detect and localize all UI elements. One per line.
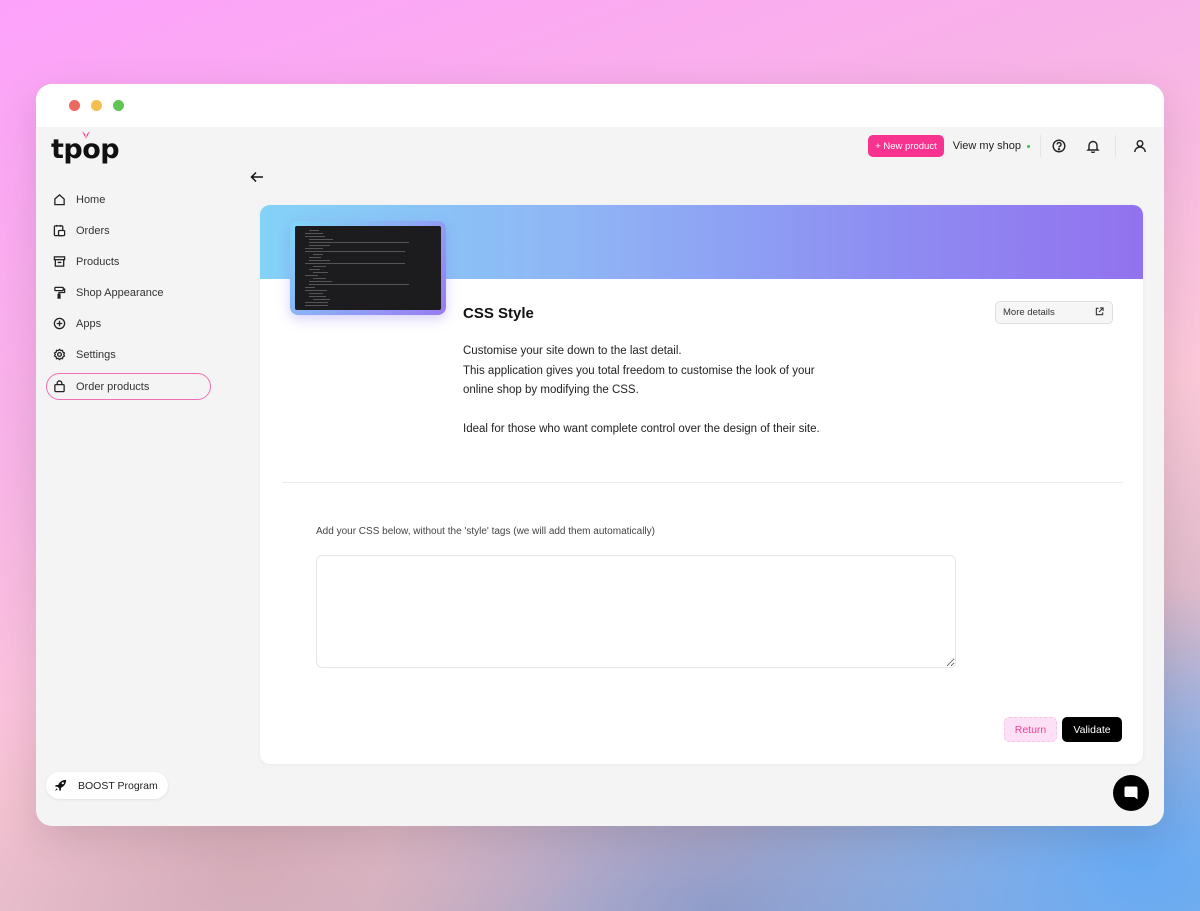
- code-line: [313, 299, 330, 300]
- chat-support-button[interactable]: [1113, 775, 1149, 811]
- sidebar-item-products[interactable]: Products: [46, 246, 212, 277]
- app-thumbnail: [290, 221, 446, 315]
- orders-icon: [52, 224, 66, 238]
- code-line: [305, 287, 315, 288]
- description-paragraph: Customise your site down to the last det…: [463, 345, 815, 396]
- app-window: tpop Home Orders Products Shop Appearanc…: [36, 84, 1164, 826]
- code-line: [305, 236, 325, 237]
- rocket-icon: [54, 779, 68, 793]
- code-line: [309, 260, 331, 261]
- code-line: [305, 263, 405, 264]
- css-input[interactable]: [316, 555, 956, 668]
- code-line: [305, 290, 327, 291]
- sidebar-item-label: Products: [76, 255, 120, 268]
- divider: [1115, 135, 1116, 157]
- paint-roller-icon: [52, 286, 66, 300]
- boost-program-button[interactable]: BOOST Program: [46, 772, 168, 799]
- back-arrow-icon[interactable]: [250, 170, 266, 186]
- chat-bubble-icon: [1124, 786, 1138, 800]
- code-line: [313, 278, 326, 279]
- code-line: [313, 266, 326, 267]
- view-my-shop-label: View my shop: [952, 140, 1021, 152]
- code-line: [309, 242, 409, 243]
- return-button[interactable]: Return: [1004, 717, 1057, 742]
- top-bar: + New product View my shop: [868, 135, 1148, 157]
- code-line: [305, 233, 324, 234]
- app-title: CSS Style: [463, 305, 534, 322]
- code-line: [309, 269, 321, 270]
- home-icon: [52, 193, 66, 207]
- sidebar-item-apps[interactable]: Apps: [46, 308, 212, 339]
- code-line: [309, 245, 331, 246]
- code-line: [309, 239, 333, 240]
- code-line: [305, 251, 405, 252]
- sidebar-item-label: Home: [76, 193, 106, 206]
- sidebar-item-shop-appearance[interactable]: Shop Appearance: [46, 277, 212, 308]
- minimize-window-button[interactable]: [91, 100, 102, 111]
- sidebar-item-label: Shop Appearance: [76, 286, 164, 299]
- css-input-label: Add your CSS below, without the 'style' …: [316, 526, 655, 537]
- code-editor-preview: [295, 226, 441, 310]
- app-description: Customise your site down to the last det…: [463, 342, 833, 459]
- code-line: [309, 281, 333, 282]
- code-line: [305, 275, 318, 276]
- code-line: [309, 296, 326, 297]
- sidebar-item-settings[interactable]: Settings: [46, 339, 212, 370]
- title-bar: [36, 84, 1164, 127]
- more-details-label: More details: [1003, 307, 1055, 318]
- code-line: [309, 230, 320, 231]
- close-window-button[interactable]: [69, 100, 80, 111]
- gear-icon: [52, 348, 66, 362]
- code-line: [309, 257, 321, 258]
- code-line: [305, 305, 329, 306]
- shop-online-status-dot: [1027, 144, 1030, 148]
- code-line: [305, 248, 323, 249]
- sidebar-item-orders[interactable]: Orders: [46, 215, 212, 246]
- code-line: [313, 272, 328, 273]
- archive-icon: [52, 255, 66, 269]
- code-line: [309, 293, 324, 294]
- maximize-window-button[interactable]: [113, 100, 124, 111]
- sidebar-item-order-products[interactable]: Order products: [46, 373, 211, 400]
- view-my-shop-link[interactable]: View my shop: [953, 140, 1030, 152]
- code-line: [313, 254, 324, 255]
- sidebar-item-label: Orders: [76, 224, 110, 237]
- new-product-button[interactable]: + New product: [868, 135, 944, 157]
- logo-leaf-icon: [82, 131, 90, 139]
- code-line: [309, 284, 409, 285]
- divider: [1040, 135, 1041, 157]
- sidebar-item-label: Apps: [76, 317, 102, 330]
- external-link-icon: [1095, 306, 1104, 319]
- sidebar-item-label: Order products: [76, 380, 150, 393]
- app-detail-card: CSS Style More details Customise your si…: [260, 205, 1143, 764]
- sidebar-item-home[interactable]: Home: [46, 184, 212, 215]
- bell-icon[interactable]: [1085, 138, 1101, 154]
- help-icon[interactable]: [1051, 138, 1067, 154]
- divider: [282, 482, 1123, 483]
- user-icon[interactable]: [1132, 138, 1148, 154]
- sidebar-item-label: Settings: [76, 348, 116, 361]
- shopping-bag-icon: [52, 380, 66, 394]
- boost-program-label: BOOST Program: [78, 779, 158, 792]
- sidebar-nav: Home Orders Products Shop Appearance App…: [46, 184, 212, 400]
- plus-circle-icon: [52, 317, 66, 331]
- validate-button[interactable]: Validate: [1062, 717, 1122, 742]
- code-line: [305, 302, 328, 303]
- more-details-button[interactable]: More details: [995, 301, 1113, 324]
- description-paragraph: Ideal for those who want complete contro…: [463, 423, 820, 435]
